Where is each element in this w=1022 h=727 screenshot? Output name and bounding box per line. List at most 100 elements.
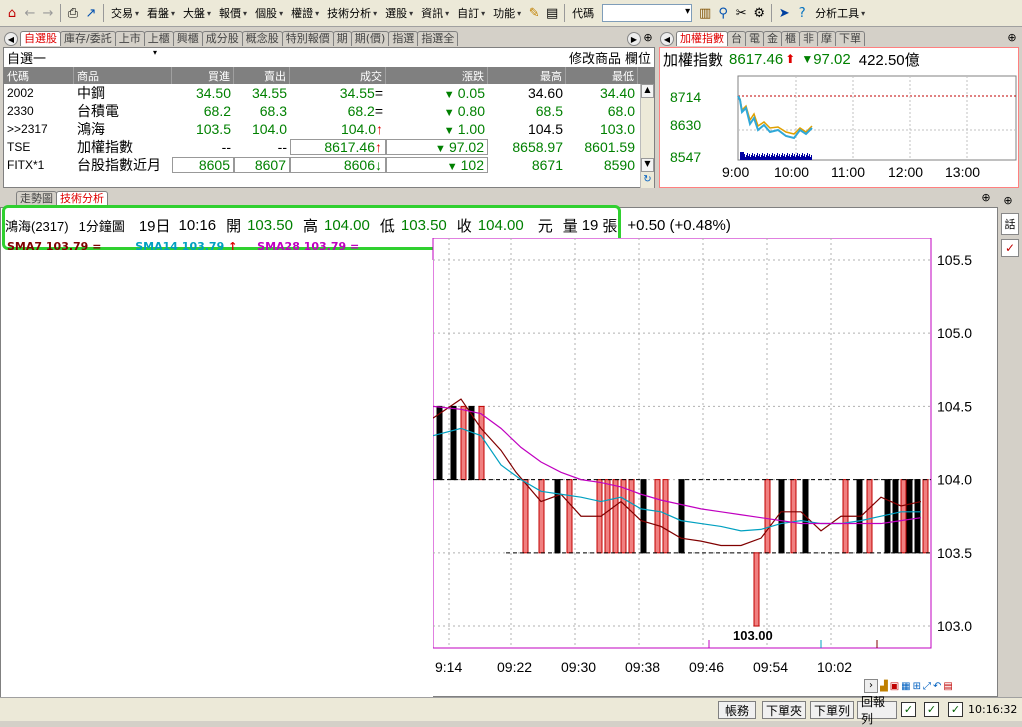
home-icon[interactable]: ⌂ xyxy=(3,4,21,22)
col-name[interactable]: 商品 xyxy=(74,67,172,84)
table-row[interactable]: 2330 台積電 68.2 68.3 68.2= ▼ 0.80 68.5 68.0 xyxy=(4,102,654,120)
popout-icon[interactable]: ↗ xyxy=(82,4,100,22)
x-tick-label: 09:54 xyxy=(753,659,788,675)
menu-1[interactable]: 看盤 ▾ xyxy=(143,3,179,23)
col-low[interactable]: 最低 xyxy=(566,67,638,84)
scroll-down-icon[interactable]: ▼ xyxy=(641,158,654,172)
crosshair-icon[interactable]: ⊞ xyxy=(913,681,921,692)
tab-index_tabs-7[interactable]: 下單 xyxy=(835,31,865,46)
cursor-icon[interactable]: ➤ xyxy=(775,4,793,22)
next-tab-icon[interactable]: ▶ xyxy=(627,32,641,46)
tab-index_tabs-5[interactable]: 非 xyxy=(799,31,818,46)
scroll-up-icon[interactable]: ▲ xyxy=(641,84,654,98)
col-last[interactable]: 成交 xyxy=(290,67,386,84)
notes-icon[interactable]: 話 xyxy=(1001,213,1019,235)
tab-tech_tabs-0[interactable]: 走勢圖 xyxy=(16,191,57,206)
tab-quote_tabs-1[interactable]: 庫存/委託 xyxy=(60,31,116,46)
tab-quote_tabs-9[interactable]: 期(價) xyxy=(350,31,390,46)
pencil-icon[interactable]: ✎ xyxy=(525,4,543,22)
strip-zoom-icon[interactable]: ⊕ xyxy=(999,191,1017,209)
col-high[interactable]: 最高 xyxy=(488,67,566,84)
layout-icon[interactable]: ▤ xyxy=(943,681,952,692)
tab-quote_tabs-5[interactable]: 成分股 xyxy=(201,31,243,46)
tab-quote_tabs-11[interactable]: 指選全 xyxy=(417,31,459,46)
tab-index_tabs-0[interactable]: 加權指數 xyxy=(676,31,728,46)
tech-zoom-icon[interactable]: ⊕ xyxy=(979,188,993,206)
volume-bar xyxy=(762,153,763,160)
menu-9[interactable]: 自訂 ▾ xyxy=(453,3,489,23)
menu-4[interactable]: 個股 ▾ xyxy=(251,3,287,23)
cell-code: >>2317 xyxy=(7,122,48,136)
menu-10[interactable]: 功能 ▾ xyxy=(489,3,525,23)
report-bar-button[interactable]: 回報列 xyxy=(857,695,897,726)
modify-products-button[interactable]: 修改商品 xyxy=(569,48,621,67)
col-change[interactable]: 漲跌 xyxy=(386,67,488,84)
watchlist-select[interactable]: 自選一 ▾ xyxy=(7,48,157,67)
account-button[interactable]: 帳務 xyxy=(718,701,756,719)
quote-scrollbar[interactable]: ▲ ▼ ↻ xyxy=(640,84,654,188)
scroll-right-icon[interactable]: › xyxy=(864,679,878,693)
tab-quote_tabs-8[interactable]: 期 xyxy=(332,31,352,46)
calendar-icon[interactable]: ▣ xyxy=(890,681,899,692)
menu-2[interactable]: 大盤 ▾ xyxy=(179,3,215,23)
table-row[interactable]: FITX*1 台股指數近月 8605 8607 8606↓ ▼ 102 8671 8590 xyxy=(4,156,654,174)
print-icon[interactable]: ⎙ xyxy=(64,4,82,22)
col-bid[interactable]: 買進 xyxy=(172,67,234,84)
status-check-2[interactable]: ✓ xyxy=(924,702,939,717)
prev-tab-icon[interactable]: ◀ xyxy=(4,32,18,46)
forward-icon[interactable]: → xyxy=(39,4,57,22)
menu-0[interactable]: 交易 ▾ xyxy=(107,3,143,23)
col-code[interactable]: 代碼 xyxy=(4,67,74,84)
tab-tech_tabs-1[interactable]: 技術分析 xyxy=(56,191,108,206)
chart-type-icon[interactable]: ▟ xyxy=(880,681,888,692)
col-ask[interactable]: 賣出 xyxy=(234,67,290,84)
menu-6[interactable]: 技術分析 ▾ xyxy=(323,3,381,23)
index-prev-icon[interactable]: ◀ xyxy=(660,32,674,46)
status-check-3[interactable]: ✓ xyxy=(948,702,963,717)
tab-quote_tabs-0[interactable]: 自選股 xyxy=(20,31,61,46)
code-input[interactable] xyxy=(602,4,693,22)
tab-index_tabs-1[interactable]: 台 xyxy=(727,31,746,46)
book-icon[interactable]: ▥ xyxy=(696,4,714,22)
tab-index_tabs-3[interactable]: 金 xyxy=(763,31,782,46)
menu-5[interactable]: 權證 ▾ xyxy=(287,3,323,23)
volume-bar xyxy=(769,154,770,160)
tab-quote_tabs-4[interactable]: 興櫃 xyxy=(172,31,203,46)
table-row[interactable]: >>2317 鴻海 103.5 104.0 104.0↑ ▼ 1.00 104.5 103.0 xyxy=(4,120,654,138)
tab-quote_tabs-10[interactable]: 指選 xyxy=(388,31,419,46)
tab-quote_tabs-6[interactable]: 概念股 xyxy=(241,31,283,46)
tab-quote_tabs-2[interactable]: 上市 xyxy=(114,31,145,46)
menu-7[interactable]: 選股 ▾ xyxy=(381,3,417,23)
menu-8[interactable]: 資訊 ▾ xyxy=(417,3,453,23)
order-bar-button[interactable]: 下單列 xyxy=(810,701,854,719)
tab-quote_tabs-3[interactable]: 上櫃 xyxy=(143,31,174,46)
status-check-1[interactable]: ✓ xyxy=(901,702,916,717)
tab-index_tabs-6[interactable]: 摩 xyxy=(817,31,836,46)
tab-quote_tabs-7[interactable]: 特別報價 xyxy=(281,31,334,46)
grid-icon[interactable]: ▦ xyxy=(901,681,910,692)
analysis-tools-menu[interactable]: 分析工具 ▾ xyxy=(811,3,869,23)
tab-index_tabs-2[interactable]: 電 xyxy=(745,31,764,46)
search-icon[interactable]: ⚲ xyxy=(714,4,732,22)
menu-3[interactable]: 報價 ▾ xyxy=(215,3,251,23)
refresh-icon[interactable]: ↻ xyxy=(641,174,654,188)
cell-change: ▼ 102 xyxy=(386,157,488,173)
candle-bar xyxy=(450,405,457,481)
fields-button[interactable]: 欄位 xyxy=(625,48,651,67)
undo-icon[interactable]: ↶ xyxy=(933,681,941,692)
back-icon[interactable]: ← xyxy=(21,4,39,22)
tab-index_tabs-4[interactable]: 櫃 xyxy=(781,31,800,46)
tools-icon[interactable]: ✂ xyxy=(732,4,750,22)
order-folder-button[interactable]: 下單夾 xyxy=(762,701,806,719)
index-zoom-icon[interactable]: ⊕ xyxy=(1005,28,1019,46)
menu-label: 大盤 xyxy=(183,7,206,20)
edit-icon[interactable]: ▤ xyxy=(543,4,561,22)
candle-bar xyxy=(654,479,661,554)
expand-icon[interactable]: ⤢ xyxy=(923,681,931,692)
help-icon[interactable]: ? xyxy=(793,4,811,22)
check-icon[interactable]: ✓ xyxy=(1001,239,1019,257)
table-row[interactable]: 2002 中鋼 34.50 34.55 34.55= ▼ 0.05 34.60 34.40 xyxy=(4,84,654,102)
zoom-icon[interactable]: ⊕ xyxy=(641,28,655,46)
table-row[interactable]: TSE 加權指數 -- -- 8617.46↑ ▼ 97.02 8658.97 8601.59 xyxy=(4,138,654,156)
settings-icon[interactable]: ⚙ xyxy=(750,4,768,22)
